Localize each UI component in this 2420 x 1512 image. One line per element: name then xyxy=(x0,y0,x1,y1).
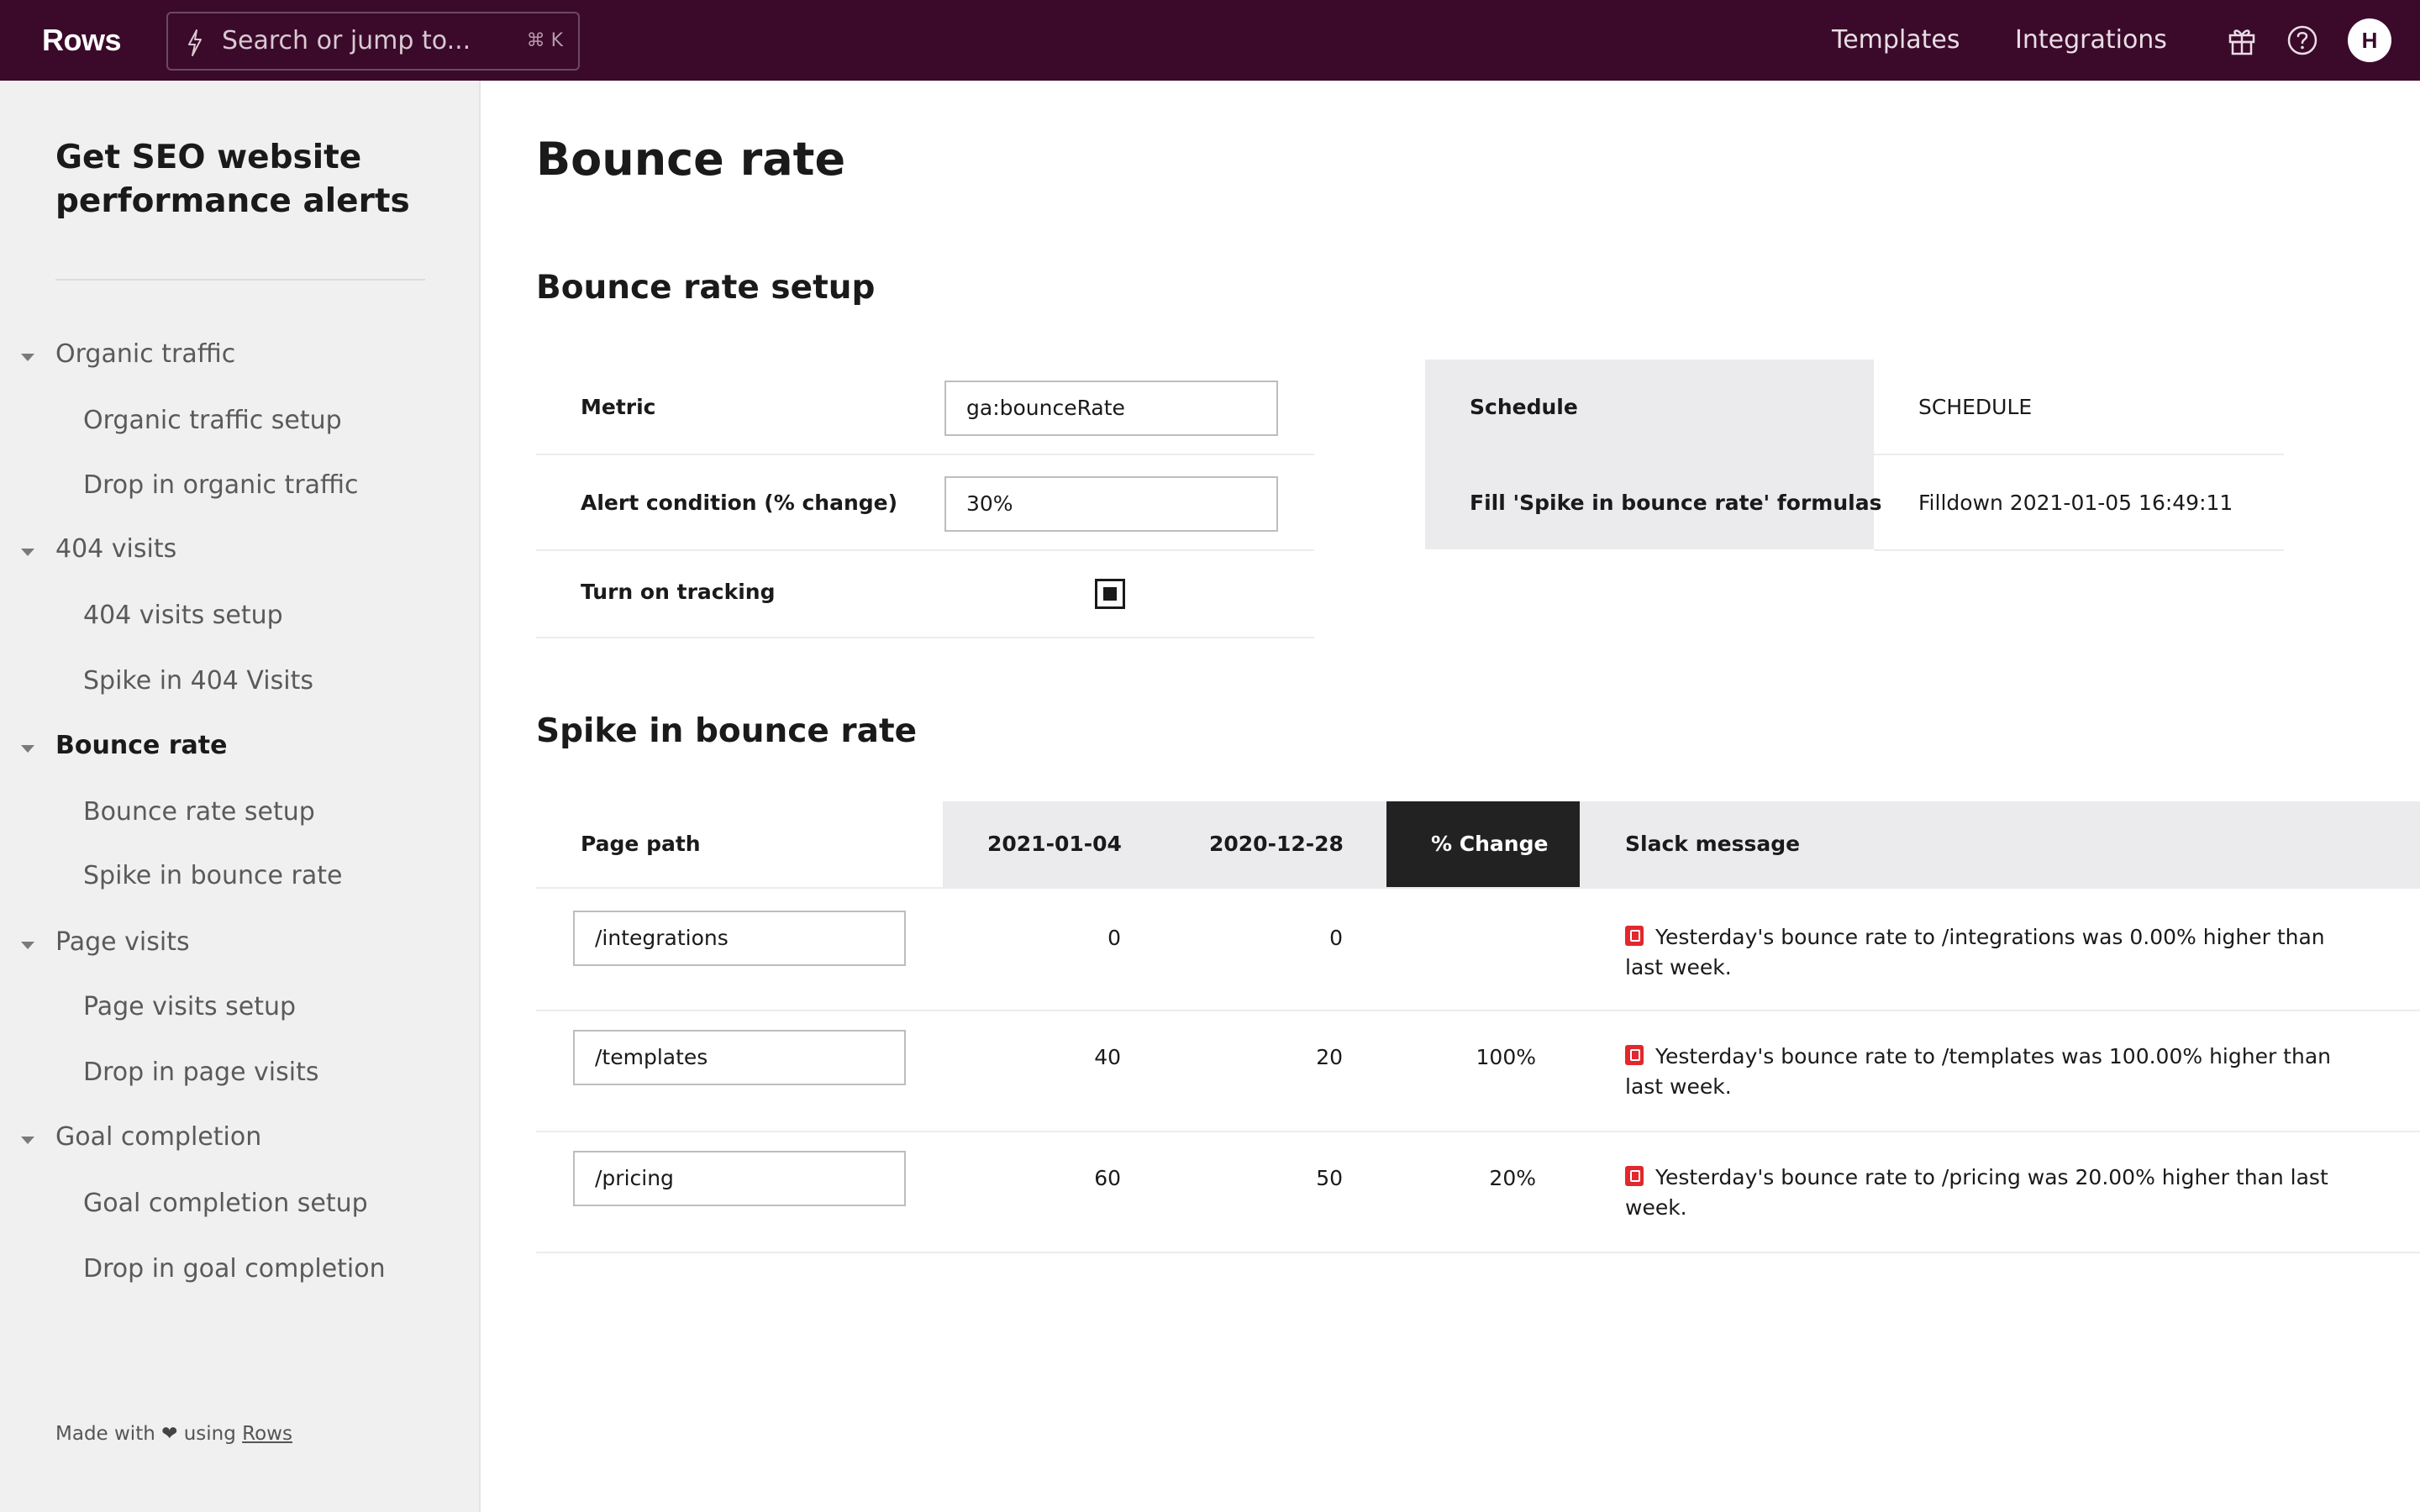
slack-message-text: Yesterday's bounce rate to /pricing was … xyxy=(1625,1165,2328,1220)
sidebar-item-spike-in-404-visits[interactable]: Spike in 404 Visits xyxy=(83,666,313,696)
row-divider xyxy=(1874,454,2284,455)
sidebar-item-404-visits-setup[interactable]: 404 visits setup xyxy=(83,601,283,630)
row-divider xyxy=(536,637,1314,638)
row-divider xyxy=(536,1252,2420,1253)
page-path-input[interactable]: /templates xyxy=(573,1030,906,1085)
sidebar: Get SEO website performance alerts Organ… xyxy=(0,81,481,1512)
footer-middle: using xyxy=(183,1423,236,1445)
row-divider xyxy=(536,1010,2420,1011)
checkbox-checked-mark xyxy=(1103,587,1117,601)
current-value: 0 xyxy=(1107,926,1121,950)
filldown-button[interactable]: Filldown 2021-01-05 16:49:11 xyxy=(1918,491,2233,515)
column-header-previous-date: 2020-12-28 xyxy=(1209,832,1344,856)
chevron-down-icon[interactable] xyxy=(21,745,34,753)
column-header-page-path: Page path xyxy=(581,832,701,856)
schedule-label: Schedule xyxy=(1470,395,1578,419)
bolt-icon xyxy=(188,29,202,56)
rows-footer-link[interactable]: Rows xyxy=(242,1423,292,1445)
page-path-input[interactable]: /pricing xyxy=(573,1151,906,1206)
search-shortcut-hint: ⌘ K xyxy=(526,30,563,51)
row-divider xyxy=(536,454,1314,455)
metric-input[interactable]: ga:bounceRate xyxy=(944,381,1278,436)
sidebar-item-bounce-rate-setup[interactable]: Bounce rate setup xyxy=(83,797,315,827)
slack-message-text: Yesterday's bounce rate to /templates wa… xyxy=(1625,1044,2331,1099)
page-path-input[interactable]: /integrations xyxy=(573,911,906,966)
heart-icon: ❤ xyxy=(161,1423,178,1445)
column-header-current-date: 2021-01-04 xyxy=(987,832,1122,856)
tracking-checkbox[interactable] xyxy=(1095,579,1125,609)
nav-templates-link[interactable]: Templates xyxy=(1832,0,1960,81)
chevron-down-icon[interactable] xyxy=(21,942,34,949)
row-divider xyxy=(1874,549,2284,551)
column-header-slack-message: Slack message xyxy=(1625,832,1801,856)
chevron-down-icon[interactable] xyxy=(21,354,34,361)
row-divider xyxy=(536,887,2420,889)
search-box[interactable]: Search or jump to... ⌘ K xyxy=(166,12,580,71)
slack-message-text: Yesterday's bounce rate to /integrations… xyxy=(1625,925,2325,979)
sidebar-section-organic-traffic[interactable]: Organic traffic xyxy=(55,339,235,369)
row-divider xyxy=(536,1131,2420,1132)
current-value: 40 xyxy=(1094,1045,1121,1069)
chevron-down-icon[interactable] xyxy=(21,1137,34,1144)
sidebar-title: Get SEO website performance alerts xyxy=(55,139,410,220)
fill-formulas-label: Fill 'Spike in bounce rate' formulas xyxy=(1470,491,1882,515)
flag-icon xyxy=(1625,1166,1644,1186)
nav-integrations-link[interactable]: Integrations xyxy=(2015,0,2167,81)
top-navigation-bar: Rows Search or jump to... ⌘ K Templates … xyxy=(0,0,2420,81)
schedule-button[interactable]: SCHEDULE xyxy=(1918,395,2032,419)
row-divider xyxy=(536,549,1314,551)
gift-icon[interactable] xyxy=(2225,24,2259,57)
sidebar-section-page-visits[interactable]: Page visits xyxy=(55,927,190,957)
sidebar-item-spike-in-bounce-rate[interactable]: Spike in bounce rate xyxy=(83,861,342,890)
alert-condition-label: Alert condition (% change) xyxy=(581,491,898,515)
user-avatar[interactable]: H xyxy=(2348,18,2391,62)
sidebar-item-page-visits-setup[interactable]: Page visits setup xyxy=(83,992,296,1021)
slack-message: Yesterday's bounce rate to /templates wa… xyxy=(1625,1042,2356,1102)
chevron-down-icon[interactable] xyxy=(21,549,34,556)
column-header-percent-change: % Change xyxy=(1431,832,1549,856)
percent-change-value: 20% xyxy=(1489,1166,1536,1190)
sidebar-section-404-visits[interactable]: 404 visits xyxy=(55,534,176,564)
previous-value: 50 xyxy=(1316,1166,1343,1190)
footer-prefix: Made with xyxy=(55,1423,155,1445)
setup-section-title: Bounce rate setup xyxy=(536,269,876,307)
sidebar-divider xyxy=(55,279,425,281)
sidebar-item-drop-in-page-visits[interactable]: Drop in page visits xyxy=(83,1058,319,1087)
sidebar-item-goal-completion-setup[interactable]: Goal completion setup xyxy=(83,1189,368,1218)
slack-message: Yesterday's bounce rate to /integrations… xyxy=(1625,922,2356,983)
flag-icon xyxy=(1625,926,1644,946)
rows-logo[interactable]: Rows xyxy=(42,0,122,81)
sidebar-section-goal-completion[interactable]: Goal completion xyxy=(55,1122,261,1152)
current-value: 60 xyxy=(1094,1166,1121,1190)
sidebar-item-drop-in-goal-completion[interactable]: Drop in goal completion xyxy=(83,1254,386,1284)
page-title: Bounce rate xyxy=(536,133,846,186)
setup-right-table-header-bg xyxy=(1425,360,1874,549)
slack-message: Yesterday's bounce rate to /pricing was … xyxy=(1625,1163,2356,1223)
sidebar-item-organic-traffic-setup[interactable]: Organic traffic setup xyxy=(83,406,342,435)
help-icon[interactable] xyxy=(2286,24,2319,57)
search-placeholder: Search or jump to... xyxy=(222,26,471,55)
percent-change-value: 100% xyxy=(1476,1045,1536,1069)
sidebar-item-drop-in-organic-traffic[interactable]: Drop in organic traffic xyxy=(83,470,359,500)
previous-value: 0 xyxy=(1329,926,1343,950)
made-with-footer: Made with ❤ using Rows xyxy=(55,1423,292,1445)
previous-value: 20 xyxy=(1316,1045,1343,1069)
turn-on-tracking-label: Turn on tracking xyxy=(581,580,776,604)
metric-label: Metric xyxy=(581,395,656,419)
alert-condition-input[interactable]: 30% xyxy=(944,476,1278,532)
spike-section-title: Spike in bounce rate xyxy=(536,712,918,750)
sidebar-section-bounce-rate[interactable]: Bounce rate xyxy=(55,731,228,760)
flag-icon xyxy=(1625,1045,1644,1065)
